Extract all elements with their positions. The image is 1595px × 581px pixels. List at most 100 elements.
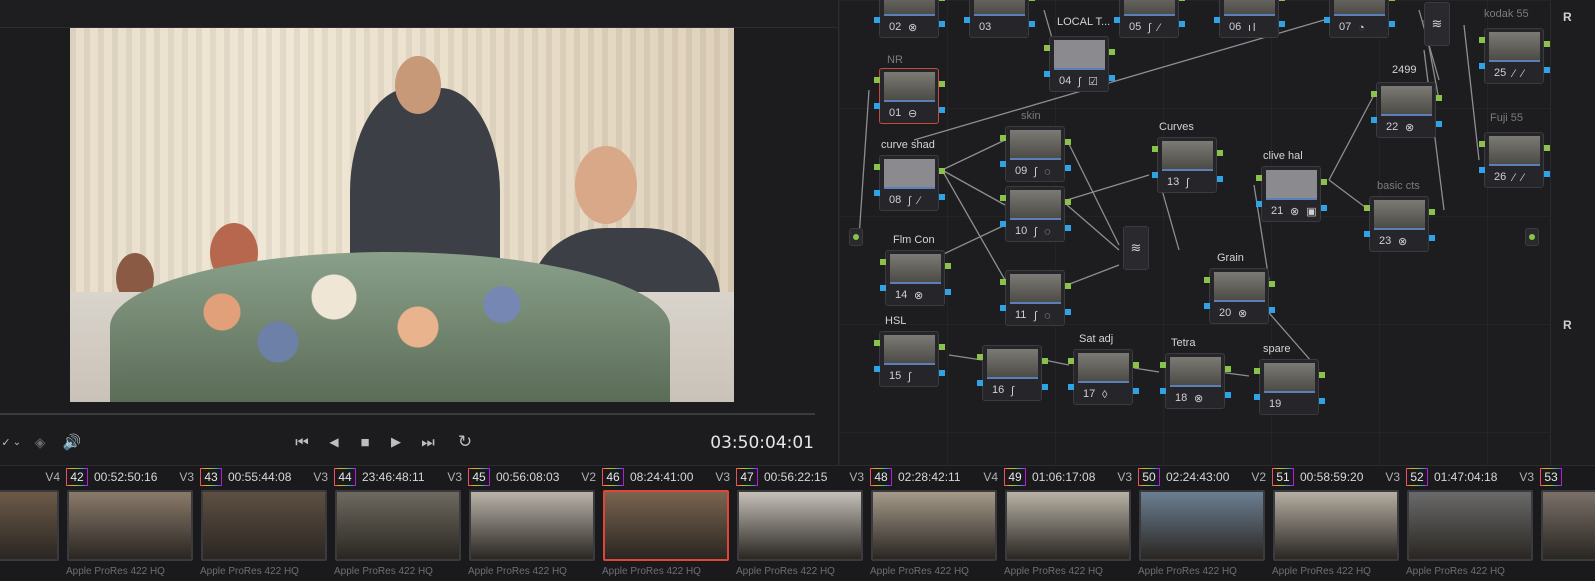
color-node-02[interactable]: 02 ⊗ <box>874 0 945 38</box>
node-key-output-port[interactable] <box>939 370 945 376</box>
node-input-port[interactable] <box>874 164 880 170</box>
clip-thumbnail[interactable]: 52 01:47:04:18 V3 Apple ProRes 422 HQ <box>1406 466 1540 581</box>
node-output-port[interactable] <box>939 0 945 1</box>
color-node-07[interactable]: 07 ◔ <box>1324 0 1395 38</box>
color-node-01[interactable]: 01 ⊖ <box>874 68 945 124</box>
node-output-port[interactable] <box>1429 209 1435 215</box>
node-key-input-port[interactable] <box>874 366 880 372</box>
clip-thumbnail[interactable]: 48 02:28:42:11 V4 Apple ProRes 422 HQ <box>870 466 1004 581</box>
node-output-port[interactable] <box>1109 49 1115 55</box>
node-input-port[interactable] <box>1044 45 1050 51</box>
color-node-21[interactable]: 21 ⊗ ▣ <box>1256 166 1327 222</box>
node-key-input-port[interactable] <box>1000 221 1006 227</box>
node-key-output-port[interactable] <box>1319 398 1325 404</box>
color-node-04[interactable]: 04 ∫ ☑ <box>1044 36 1115 92</box>
color-node-06[interactable]: 06 ıl <box>1214 0 1285 38</box>
viewer-scrubber[interactable] <box>0 413 815 415</box>
color-node-23[interactable]: 23 ⊗ <box>1364 196 1435 252</box>
node-output-port[interactable] <box>1319 372 1325 378</box>
node-output-port[interactable] <box>1436 95 1442 101</box>
color-node-14[interactable]: 14 ⊗ <box>880 250 951 306</box>
layers-icon[interactable]: ◈ <box>28 431 52 453</box>
node-input-port[interactable] <box>874 77 880 83</box>
clip-thumbnail[interactable]: 45 00:56:08:03 V2 Apple ProRes 422 HQ <box>468 466 602 581</box>
node-key-input-port[interactable] <box>874 103 880 109</box>
clip-thumbnail[interactable]: 50 02:24:43:00 V2 Apple ProRes 422 HQ <box>1138 466 1272 581</box>
stop-button[interactable]: ■ <box>353 431 377 453</box>
node-key-output-port[interactable] <box>1029 21 1035 27</box>
node-key-input-port[interactable] <box>1479 63 1485 69</box>
node-output-port[interactable] <box>1065 199 1071 205</box>
node-output-port[interactable] <box>1065 283 1071 289</box>
node-key-output-port[interactable] <box>1133 388 1139 394</box>
node-output-port[interactable] <box>1389 0 1395 1</box>
node-key-output-port[interactable] <box>1436 121 1442 127</box>
clip-thumbnail[interactable]: 46 08:24:41:00 V3 Apple ProRes 422 HQ <box>602 466 736 581</box>
loop-button[interactable]: ↻ <box>453 431 477 453</box>
node-output-port[interactable] <box>1321 179 1327 185</box>
node-input-port[interactable] <box>977 354 983 360</box>
node-key-input-port[interactable] <box>880 285 886 291</box>
color-node-11[interactable]: 11 ∫ ◌ <box>1000 270 1071 326</box>
node-key-input-port[interactable] <box>1044 71 1050 77</box>
color-node-05[interactable]: 05 ∫ ⁄ <box>1114 0 1185 38</box>
node-key-input-port[interactable] <box>1000 305 1006 311</box>
node-output-port[interactable] <box>939 81 945 87</box>
clip-thumbnail[interactable]: :59:08V4...422 HQ <box>0 466 66 581</box>
color-node-26[interactable]: 26 ∕ ⁄ <box>1479 132 1550 188</box>
node-key-input-port[interactable] <box>1152 172 1158 178</box>
node-input-port[interactable] <box>1152 146 1158 152</box>
color-node-03[interactable]: 03 <box>964 0 1035 38</box>
node-output-port[interactable] <box>1029 0 1035 1</box>
node-key-output-port[interactable] <box>939 194 945 200</box>
chevron-down-icon[interactable]: ⌄ <box>10 431 24 453</box>
color-node-19[interactable]: 19 <box>1254 359 1325 415</box>
node-input-port[interactable] <box>1000 195 1006 201</box>
node-key-input-port[interactable] <box>1479 167 1485 173</box>
node-output-port[interactable] <box>1042 358 1048 364</box>
clip-thumbnail[interactable]: 53 <box>1540 466 1595 581</box>
node-input-port[interactable] <box>1479 141 1485 147</box>
node-key-input-port[interactable] <box>1256 201 1262 207</box>
node-key-output-port[interactable] <box>1179 21 1185 27</box>
color-node-20[interactable]: 20 ⊗ <box>1204 268 1275 324</box>
color-node-17[interactable]: 17 ◊ <box>1068 349 1139 405</box>
node-key-output-port[interactable] <box>1217 176 1223 182</box>
node-input-port[interactable] <box>1000 135 1006 141</box>
prev-frame-button[interactable]: ◀ <box>322 431 346 453</box>
node-output-port[interactable] <box>1179 0 1185 1</box>
node-output-port[interactable] <box>939 168 945 174</box>
node-key-input-port[interactable] <box>1204 303 1210 309</box>
node-key-input-port[interactable] <box>1114 17 1120 23</box>
color-node-13[interactable]: 13 ∫ <box>1152 137 1223 193</box>
node-input-port[interactable] <box>1204 277 1210 283</box>
node-key-output-port[interactable] <box>1109 75 1115 81</box>
node-output[interactable] <box>1525 228 1539 246</box>
node-input-port[interactable] <box>1479 37 1485 43</box>
node-input-port[interactable] <box>874 340 880 346</box>
clip-thumbnail[interactable]: 47 00:56:22:15 V3 Apple ProRes 422 HQ <box>736 466 870 581</box>
node-output-port[interactable] <box>939 344 945 350</box>
node-input-port[interactable] <box>1371 91 1377 97</box>
node-input[interactable] <box>849 228 863 246</box>
node-output-port[interactable] <box>1133 362 1139 368</box>
node-input-port[interactable] <box>1256 175 1262 181</box>
color-node-16[interactable]: 16 ∫ <box>977 345 1048 401</box>
node-input-port[interactable] <box>880 259 886 265</box>
color-node-22[interactable]: 22 ⊗ <box>1371 82 1442 138</box>
node-graph-panel[interactable]: ≋ ≋ 02 ⊗ 03 04 ∫ ☑ LOCAL T... 05 ∫ ⁄ 06 ıl 07 ◔ 25 ∕ … <box>838 0 1595 465</box>
node-key-input-port[interactable] <box>977 380 983 386</box>
clip-thumbnail[interactable]: 42 00:52:50:16 V3 Apple ProRes 422 HQ <box>66 466 200 581</box>
node-output-port[interactable] <box>1279 0 1285 1</box>
node-key-output-port[interactable] <box>1269 307 1275 313</box>
clip-thumbnail[interactable]: 43 00:55:44:08 V3 Apple ProRes 422 HQ <box>200 466 334 581</box>
node-key-output-port[interactable] <box>1389 21 1395 27</box>
node-output-port[interactable] <box>1217 150 1223 156</box>
node-key-output-port[interactable] <box>945 289 951 295</box>
node-key-output-port[interactable] <box>1225 392 1231 398</box>
node-input-port[interactable] <box>1000 279 1006 285</box>
node-input-port[interactable] <box>1364 205 1370 211</box>
node-key-input-port[interactable] <box>1371 117 1377 123</box>
skip-back-button[interactable]: ⏮ <box>290 431 314 453</box>
color-node-25[interactable]: 25 ∕ ⁄ <box>1479 28 1550 84</box>
